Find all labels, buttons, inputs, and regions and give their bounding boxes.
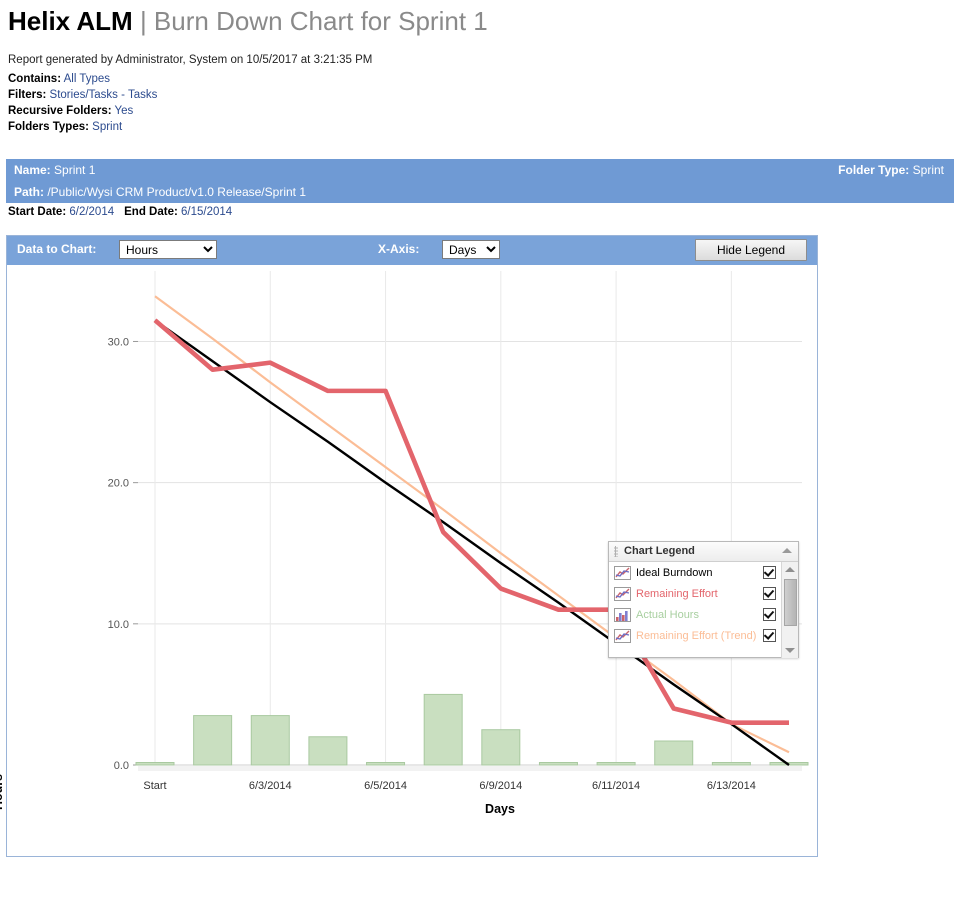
line-chart-icon <box>614 586 631 601</box>
legend-item-label: Actual Hours <box>636 608 699 621</box>
start-date-label: Start Date: <box>8 206 67 218</box>
chart-toolbar: Data to Chart: Hours X-Axis: Days Hide L… <box>7 236 817 265</box>
y-axis-title: Hours <box>0 773 5 810</box>
x-axis-title: Days <box>485 802 515 816</box>
chevron-up-icon[interactable] <box>782 548 792 553</box>
x-axis-label: X-Axis: <box>378 242 420 256</box>
start-date-value: 6/2/2014 <box>69 206 115 218</box>
bar-actual-hours <box>538 762 578 766</box>
x-axis-band <box>138 766 802 771</box>
meta-label-contains: Contains: <box>8 73 62 85</box>
y-tick-label: 30.0 <box>108 336 129 348</box>
x-tick-label: 6/13/2014 <box>707 780 756 792</box>
meta-label-recursive-folders: Recursive Folders: <box>8 105 112 117</box>
meta-value-contains: All Types <box>63 73 111 85</box>
data-to-chart-label: Data to Chart: <box>17 242 97 256</box>
bar-actual-hours <box>654 740 694 766</box>
x-tick-label: 6/9/2014 <box>479 780 522 792</box>
bar-actual-hours <box>481 729 521 766</box>
brand-name: Helix ALM <box>8 6 133 36</box>
chart-legend-body: Ideal Burndown Remaining Effort Actual Hou… <box>609 562 798 658</box>
x-tick-label: 6/5/2014 <box>364 780 407 792</box>
bar-actual-hours <box>596 762 636 766</box>
banner-folder-type: Folder Type: Sprint <box>838 159 944 181</box>
meta-value-recursive-folders: Yes <box>114 105 134 117</box>
bar-actual-hours <box>193 715 233 766</box>
meta-value-filters: Stories/Tasks - Tasks <box>49 89 158 101</box>
banner-path-value: /Public/Wysi CRM Product/v1.0 Release/Sp… <box>47 185 306 199</box>
chart-legend-title: Chart Legend <box>624 545 695 557</box>
x-tick-label: 6/3/2014 <box>249 780 292 792</box>
meta-label-folders-types: Folders Types: <box>8 121 89 133</box>
legend-item-label: Remaining Effort <box>636 587 718 600</box>
folder-banner: Name: Sprint 1 Folder Type: Sprint Path:… <box>6 159 954 203</box>
meta-row-filters: Filters: Stories/Tasks - Tasks <box>8 87 808 103</box>
chart-legend-header[interactable]: Chart Legend <box>609 542 798 562</box>
chart-legend-window[interactable]: Chart Legend Ideal Burndown Remaining Eff… <box>608 541 799 658</box>
bar-chart-icon <box>614 607 631 622</box>
scrollbar-thumb[interactable] <box>784 579 797 626</box>
meta-label-filters: Filters: <box>8 89 47 101</box>
banner-name-value: Sprint 1 <box>54 163 96 177</box>
bar-actual-hours <box>308 736 348 766</box>
report-title: Burn Down Chart for Sprint 1 <box>153 6 488 36</box>
line-chart-icon <box>614 565 631 580</box>
report-meta: Report generated by Administrator, Syste… <box>8 52 808 135</box>
y-tick-label: 10.0 <box>108 619 129 631</box>
bar-actual-hours <box>711 762 751 766</box>
banner-path-line: Path: /Public/Wysi CRM Product/v1.0 Rele… <box>14 181 306 203</box>
hide-legend-button[interactable]: Hide Legend <box>695 239 807 261</box>
banner-name-line: Name: Sprint 1 <box>14 159 95 181</box>
legend-item-label: Remaining Effort (Trend) <box>636 629 757 642</box>
data-to-chart-select[interactable]: Hours <box>119 240 217 259</box>
meta-row-recursive-folders: Recursive Folders: Yes <box>8 103 808 119</box>
legend-item-checkbox[interactable] <box>763 608 776 621</box>
legend-item-checkbox[interactable] <box>763 566 776 579</box>
title-separator: | <box>132 6 154 36</box>
meta-value-folders-types: Sprint <box>92 121 123 133</box>
y-tick-label: 20.0 <box>108 478 129 490</box>
legend-item[interactable]: Ideal Burndown <box>609 562 781 583</box>
page-title: Helix ALM | Burn Down Chart for Sprint 1 <box>8 6 488 36</box>
legend-item[interactable]: Actual Hours <box>609 604 781 625</box>
scroll-down-arrow-icon[interactable] <box>785 648 795 653</box>
meta-row-folders-types: Folders Types: Sprint <box>8 119 808 135</box>
banner-folder-type-value: Sprint <box>912 163 944 177</box>
x-tick-label: 6/11/2014 <box>592 780 640 792</box>
bar-actual-hours <box>366 762 406 766</box>
bar-actual-hours <box>135 762 175 766</box>
bar-actual-hours <box>250 715 290 766</box>
scroll-up-arrow-icon[interactable] <box>785 567 795 572</box>
legend-item[interactable]: Remaining Effort (Trend) <box>609 625 781 646</box>
banner-path-label: Path: <box>14 185 44 199</box>
legend-item[interactable]: Remaining Effort <box>609 583 781 604</box>
legend-scrollbar[interactable] <box>781 562 798 658</box>
generated-line: Report generated by Administrator, Syste… <box>8 54 373 66</box>
legend-item-checkbox[interactable] <box>763 629 776 642</box>
sprint-dates: Start Date: 6/2/2014 End Date: 6/15/2014 <box>8 206 232 218</box>
end-date-value: 6/15/2014 <box>181 206 233 218</box>
banner-folder-type-label: Folder Type: <box>838 163 910 177</box>
plot-background <box>138 271 802 765</box>
y-tick-label: 0.0 <box>114 760 129 772</box>
drag-handle-icon[interactable] <box>614 546 618 557</box>
meta-row-contains: Contains: All Types <box>8 71 808 87</box>
banner-name-label: Name: <box>14 163 51 177</box>
line-chart-icon <box>614 628 631 643</box>
report-page: Helix ALM | Burn Down Chart for Sprint 1… <box>0 0 960 901</box>
bar-actual-hours <box>423 693 463 766</box>
chart-legend-list: Ideal Burndown Remaining Effort Actual Hou… <box>609 562 781 646</box>
x-tick-label: Start <box>143 780 166 792</box>
end-date-label: End Date: <box>124 206 178 218</box>
x-axis-select[interactable]: Days <box>442 240 500 259</box>
legend-item-checkbox[interactable] <box>763 587 776 600</box>
legend-item-label: Ideal Burndown <box>636 566 713 579</box>
chart-panel: Data to Chart: Hours X-Axis: Days Hide L… <box>0 235 818 857</box>
